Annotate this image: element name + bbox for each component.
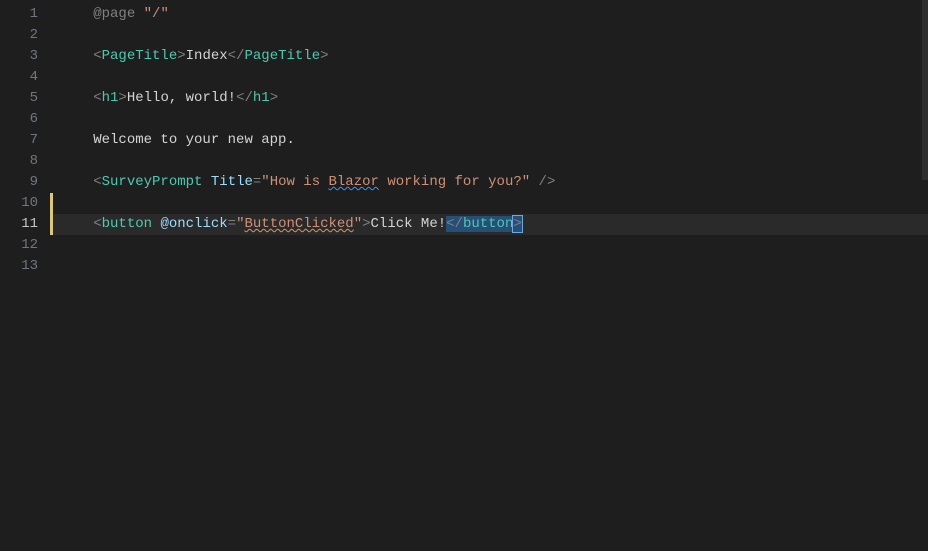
line-number: 6 [0, 109, 38, 130]
code-line[interactable] [50, 67, 928, 88]
tag-name: button [102, 216, 152, 232]
code-line[interactable]: <button @onclick="ButtonClicked">Click M… [50, 214, 928, 235]
line-number: 5 [0, 88, 38, 109]
attribute-name: Title [211, 174, 253, 190]
scrollbar-thumb[interactable] [922, 0, 928, 180]
selection-end-caret: > [513, 216, 521, 232]
line-number: 2 [0, 25, 38, 46]
tag-name: PageTitle [102, 48, 178, 64]
minimap-scrollbar[interactable] [922, 0, 928, 551]
code-line[interactable]: Welcome to your new app. [50, 130, 928, 151]
line-number: 13 [0, 256, 38, 277]
code-line[interactable]: <h1>Hello, world!</h1> [50, 88, 928, 109]
attribute-name: @onclick [160, 216, 227, 232]
code-line[interactable] [50, 193, 928, 214]
razor-directive: @page [93, 6, 135, 22]
line-number-active: 11 [0, 214, 38, 235]
tag-name: h1 [102, 90, 119, 106]
line-number: 8 [0, 151, 38, 172]
code-line[interactable] [50, 109, 928, 130]
code-line[interactable] [50, 25, 928, 46]
line-number-gutter: 1 2 3 4 5 6 7 8 9 10 11 12 13 [0, 0, 50, 551]
info-squiggle: Blazor [329, 174, 379, 190]
line-number: 4 [0, 67, 38, 88]
code-line[interactable]: <SurveyPrompt Title="How is Blazor worki… [50, 172, 928, 193]
code-line[interactable] [50, 151, 928, 172]
line-number: 9 [0, 172, 38, 193]
code-line[interactable]: @page "/" [50, 4, 928, 25]
line-number: 7 [0, 130, 38, 151]
line-number: 12 [0, 235, 38, 256]
string-literal: "/" [144, 6, 169, 22]
code-line[interactable]: <PageTitle>Index</PageTitle> [50, 46, 928, 67]
line-number: 3 [0, 46, 38, 67]
warning-squiggle: ButtonClicked [244, 216, 353, 232]
text-selection: </button [446, 216, 513, 232]
code-editor[interactable]: 1 2 3 4 5 6 7 8 9 10 11 12 13 @page "/" … [0, 0, 928, 551]
line-number: 1 [0, 4, 38, 25]
code-line[interactable] [50, 256, 928, 277]
line-number: 10 [0, 193, 38, 214]
code-content[interactable]: @page "/" <PageTitle>Index</PageTitle> <… [50, 0, 928, 551]
code-line[interactable] [50, 235, 928, 256]
tag-name: SurveyPrompt [102, 174, 203, 190]
